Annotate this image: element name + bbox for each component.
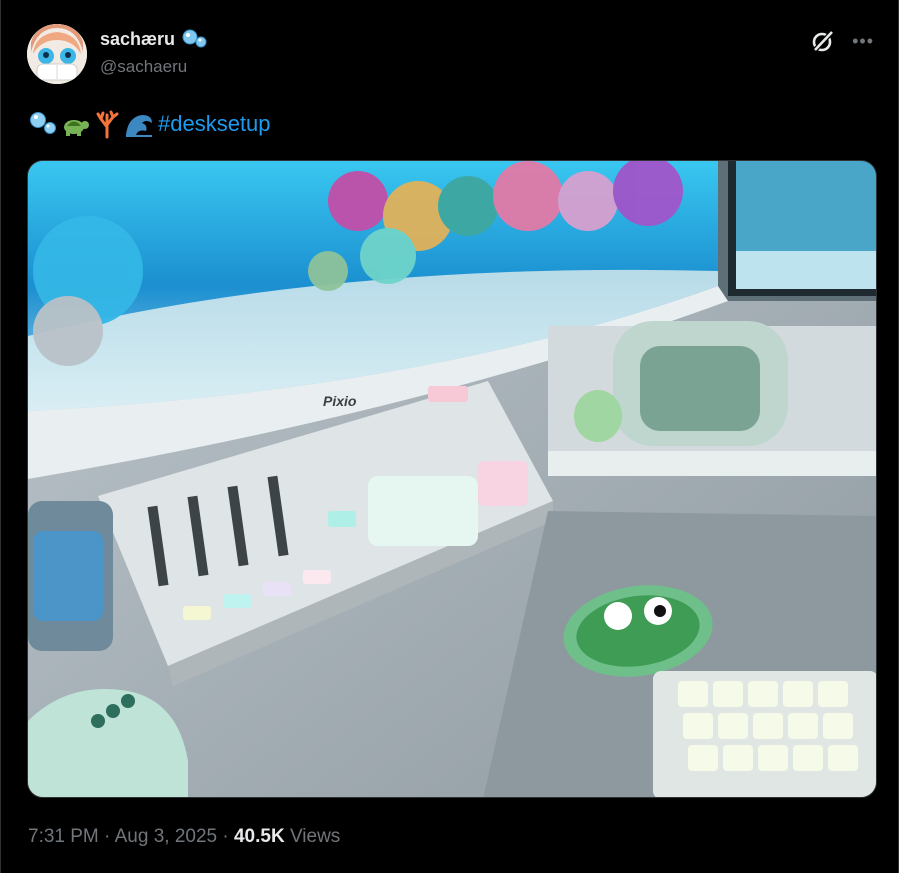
- avatar[interactable]: [27, 24, 87, 84]
- avatar-image: [27, 24, 87, 84]
- tweet-date[interactable]: Aug 3, 2025: [115, 826, 217, 847]
- meta-separator: ·: [222, 826, 229, 847]
- meta-separator: ·: [104, 826, 111, 847]
- user-handle[interactable]: @sachaeru: [100, 56, 209, 78]
- header-actions: •••: [810, 28, 874, 54]
- bubbles-emoji-icon: [182, 29, 207, 48]
- display-name[interactable]: sachæru: [100, 28, 175, 50]
- desk-setup-photo: Pixio: [28, 161, 876, 797]
- tweet-card: sachæru @sachaeru ••• #desksetup Pixio 7…: [0, 0, 899, 873]
- views-label: Views: [289, 826, 341, 847]
- turtle-icon: [64, 120, 89, 136]
- bubbles-icon: [30, 112, 56, 134]
- display-name-row[interactable]: sachæru: [100, 28, 209, 50]
- grok-icon[interactable]: [810, 28, 836, 54]
- coral-icon: [96, 110, 119, 139]
- more-icon[interactable]: •••: [852, 32, 874, 50]
- wave-icon: [126, 115, 152, 137]
- tweet-time[interactable]: 7:31 PM: [28, 826, 99, 847]
- tweet-meta: 7:31 PM · Aug 3, 2025 · 40.5K Views: [28, 823, 340, 851]
- user-names: sachæru @sachaeru: [100, 28, 209, 78]
- views-count[interactable]: 40.5K: [234, 826, 285, 847]
- tweet-header: sachæru @sachaeru •••: [27, 24, 874, 86]
- tweet-photo[interactable]: Pixio: [27, 160, 877, 798]
- mixer-brand-label: Pixio: [323, 393, 357, 409]
- hashtag-link[interactable]: #desksetup: [158, 108, 271, 140]
- tweet-text: #desksetup: [28, 108, 271, 140]
